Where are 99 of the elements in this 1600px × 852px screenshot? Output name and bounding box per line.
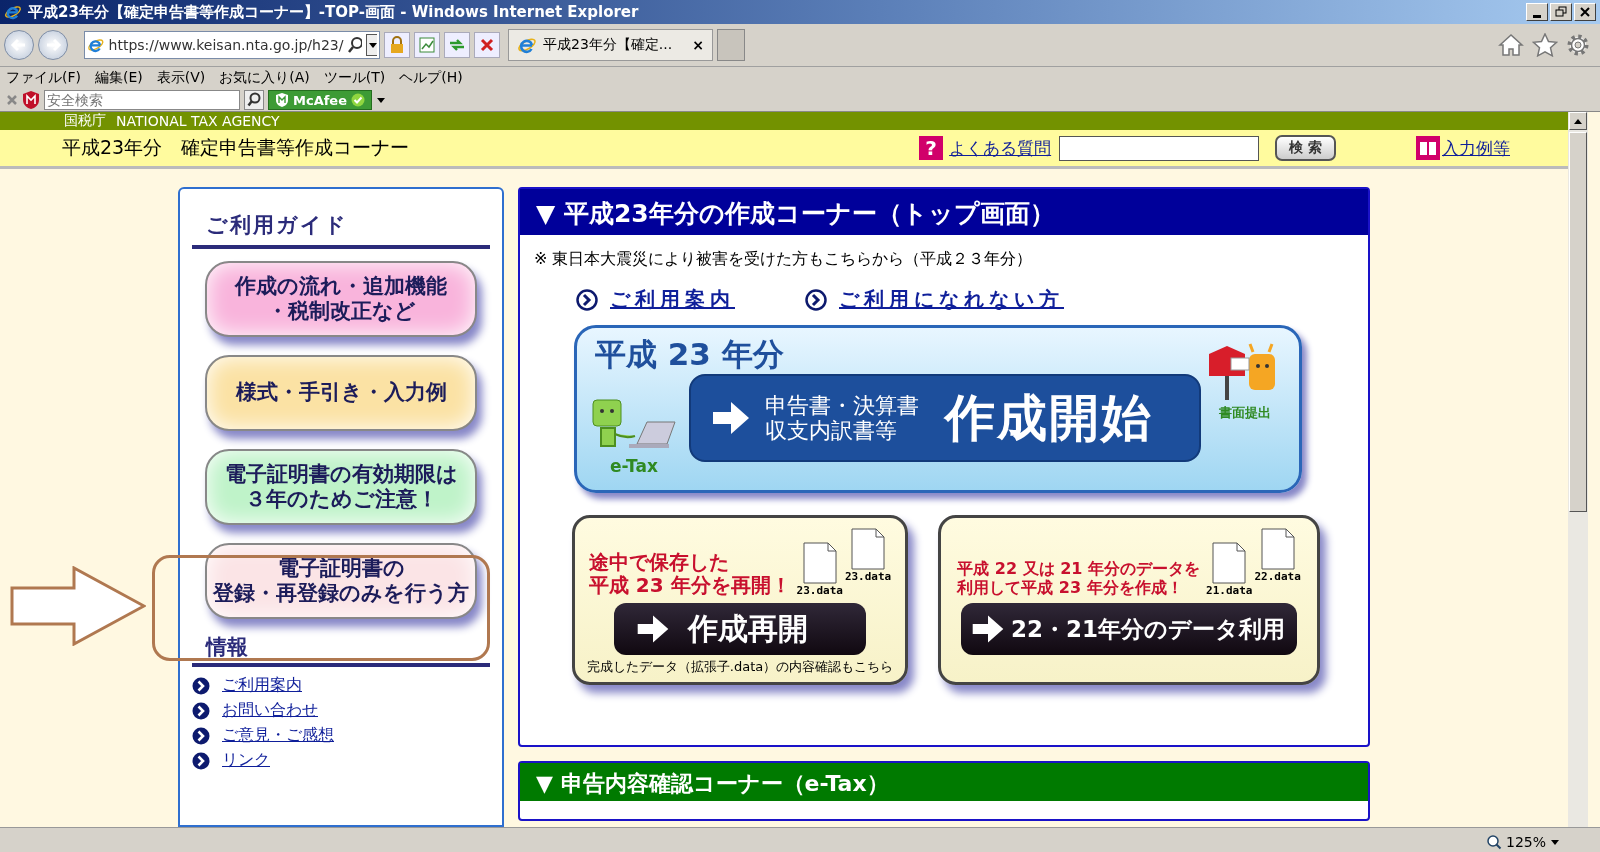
stop-icon <box>480 38 494 52</box>
guide-button[interactable]: 電子証明書の有効期限は ３年のためご注意！ <box>205 449 477 525</box>
card-headline-line: 利用して平成 23 年分を作成！ <box>957 578 1183 597</box>
start-banner[interactable]: 平成 23 年分 e-Tax 申告書・決算書 収支内訳書等 作成開始 書面提出 <box>574 325 1302 493</box>
file-icon <box>1260 528 1295 570</box>
info-link[interactable]: お問い合わせ <box>222 700 318 721</box>
info-heading: 情報 <box>192 633 490 667</box>
menu-item[interactable]: お気に入り(A) <box>219 69 310 87</box>
guide-button[interactable]: 様式・手引き・入力例 <box>205 355 477 431</box>
chevron-bullet-icon <box>192 726 210 745</box>
start-creation-button[interactable]: 申告書・決算書 収支内訳書等 作成開始 <box>689 374 1201 462</box>
search-icon <box>347 36 362 54</box>
file-icon <box>802 542 837 584</box>
file-label: 23.data <box>844 570 892 583</box>
url-text: https://www.keisan.nta.go.jp/h23/ <box>108 37 344 53</box>
up-arrow-icon <box>1573 117 1583 125</box>
check-icon <box>351 93 365 107</box>
zoom-icon <box>1485 833 1502 850</box>
chevron-bullet-icon <box>192 676 210 695</box>
tab-title: 平成23年分【確定... <box>543 36 673 54</box>
site-search-field[interactable] <box>1059 135 1260 161</box>
favorites-star-icon[interactable] <box>1532 33 1558 57</box>
back-button[interactable] <box>4 30 34 60</box>
shield-icon <box>22 90 40 110</box>
file-icon <box>851 528 886 570</box>
file-label: 21.data <box>1206 584 1253 597</box>
menu-item[interactable]: 編集(E) <box>95 69 143 87</box>
menu-item[interactable]: 表示(V) <box>156 69 206 87</box>
file-label: 22.data <box>1254 570 1301 583</box>
question-icon: ? <box>919 136 944 160</box>
chevron-circle-icon <box>805 288 827 311</box>
agency-name-english: NATIONAL TAX AGENCY <box>116 113 280 129</box>
search-icon[interactable] <box>244 90 264 110</box>
dropdown-icon <box>365 34 377 56</box>
chart-page-icon <box>419 37 435 53</box>
zoom-level[interactable]: 125% <box>1505 833 1546 850</box>
info-link[interactable]: リンク <box>222 750 270 771</box>
card-note: 完成したデータ（拡張子.data）の内容確認もこちら <box>586 658 894 676</box>
info-link[interactable]: ご利用案内 <box>222 675 302 696</box>
card-action-button[interactable]: 作成再開 <box>614 603 866 655</box>
address-bar[interactable]: https://www.keisan.nta.go.jp/h23/ <box>84 31 380 59</box>
book-icon <box>1416 136 1440 160</box>
agency-name: 国税庁 <box>64 112 106 130</box>
guide-heading: ご利用ガイド <box>192 211 490 249</box>
close-icon <box>1580 7 1590 17</box>
minimize-button[interactable] <box>1526 3 1548 21</box>
card-headline-line: 平成 23 年分を再開！ <box>588 574 791 597</box>
settings-icon[interactable] <box>1566 33 1590 57</box>
card-headline-line: 平成 22 又は 21 年分のデータを <box>957 560 1201 579</box>
shield-icon <box>275 92 289 108</box>
close-button[interactable] <box>1574 3 1596 21</box>
restore-icon <box>1555 6 1567 18</box>
scrollbar[interactable] <box>1568 112 1588 827</box>
paper-filing-label: 書面提出 <box>1219 404 1271 422</box>
menu-item[interactable]: ツール(T) <box>323 69 386 87</box>
tab-close-button[interactable]: × <box>692 37 704 53</box>
scroll-thumb[interactable] <box>1569 132 1587 512</box>
etax-label: e-Tax <box>610 456 658 476</box>
notice-text: ※ 東日本大震災により被害を受けた方もこちらから（平成２３年分） <box>534 249 1034 270</box>
refresh-icon <box>448 37 466 53</box>
guide-button[interactable]: 作成の流れ・追加機能 ・税制改正など <box>205 261 477 337</box>
refresh-button[interactable] <box>444 32 470 58</box>
chevron-circle-icon <box>576 288 598 311</box>
panel-title: ▼ 平成23年分の作成コーナー（トップ画面） <box>520 189 1368 235</box>
guide-link[interactable]: ご利用になれない方 <box>839 286 1064 313</box>
minimize-icon <box>1533 14 1541 18</box>
card-action-button[interactable]: 22・21年分のデータ利用 <box>961 603 1297 655</box>
card-headline-line: 途中で保存した <box>588 551 729 574</box>
menu-item[interactable]: ヘルプ(H) <box>399 69 463 87</box>
guide-button[interactable]: 電子証明書の 登録・再登録のみを行う方 <box>205 543 477 619</box>
browser-logo-icon <box>4 3 22 21</box>
forward-button[interactable] <box>38 30 68 60</box>
dropdown-icon[interactable] <box>376 95 386 105</box>
page-title: 平成23年分 確定申告書等作成コーナー <box>62 135 410 160</box>
chevron-bullet-icon <box>192 701 210 720</box>
file-label: 23.data <box>796 584 843 597</box>
banner-year: 平成 23 年分 <box>595 335 784 374</box>
safe-search-field[interactable]: 安全検索 <box>44 90 240 110</box>
file-icon <box>1212 542 1247 584</box>
stop-button[interactable] <box>474 32 500 58</box>
guide-link[interactable]: ご利用案内 <box>610 286 735 313</box>
scroll-up-button[interactable] <box>1569 112 1587 130</box>
mcafee-button[interactable]: McAfee <box>268 90 372 110</box>
menu-item[interactable]: ファイル(F) <box>6 69 81 87</box>
info-link[interactable]: ご意見・ご感想 <box>222 725 334 746</box>
input-examples-link[interactable]: 入力例等 <box>1442 136 1510 160</box>
browser-tab[interactable]: 平成23年分【確定... × <box>508 29 713 61</box>
panel-title: ▼ 申告内容確認コーナー（e-Tax） <box>520 763 1368 801</box>
window-title: 平成23年分【確定申告書等作成コーナー】-TOP-画面 - Windows Internet Explorer <box>28 2 639 22</box>
forward-arrow-icon <box>44 36 62 54</box>
chevron-bullet-icon <box>192 751 210 770</box>
home-icon[interactable] <box>1498 33 1524 57</box>
lock-icon <box>389 36 405 54</box>
lock-button[interactable] <box>384 32 410 58</box>
back-arrow-icon <box>10 36 28 54</box>
faq-link[interactable]: よくある質問 <box>949 136 1052 160</box>
restore-button[interactable] <box>1550 3 1572 21</box>
search-button[interactable]: 検 索 <box>1275 135 1336 161</box>
compatibility-button[interactable] <box>414 32 440 58</box>
